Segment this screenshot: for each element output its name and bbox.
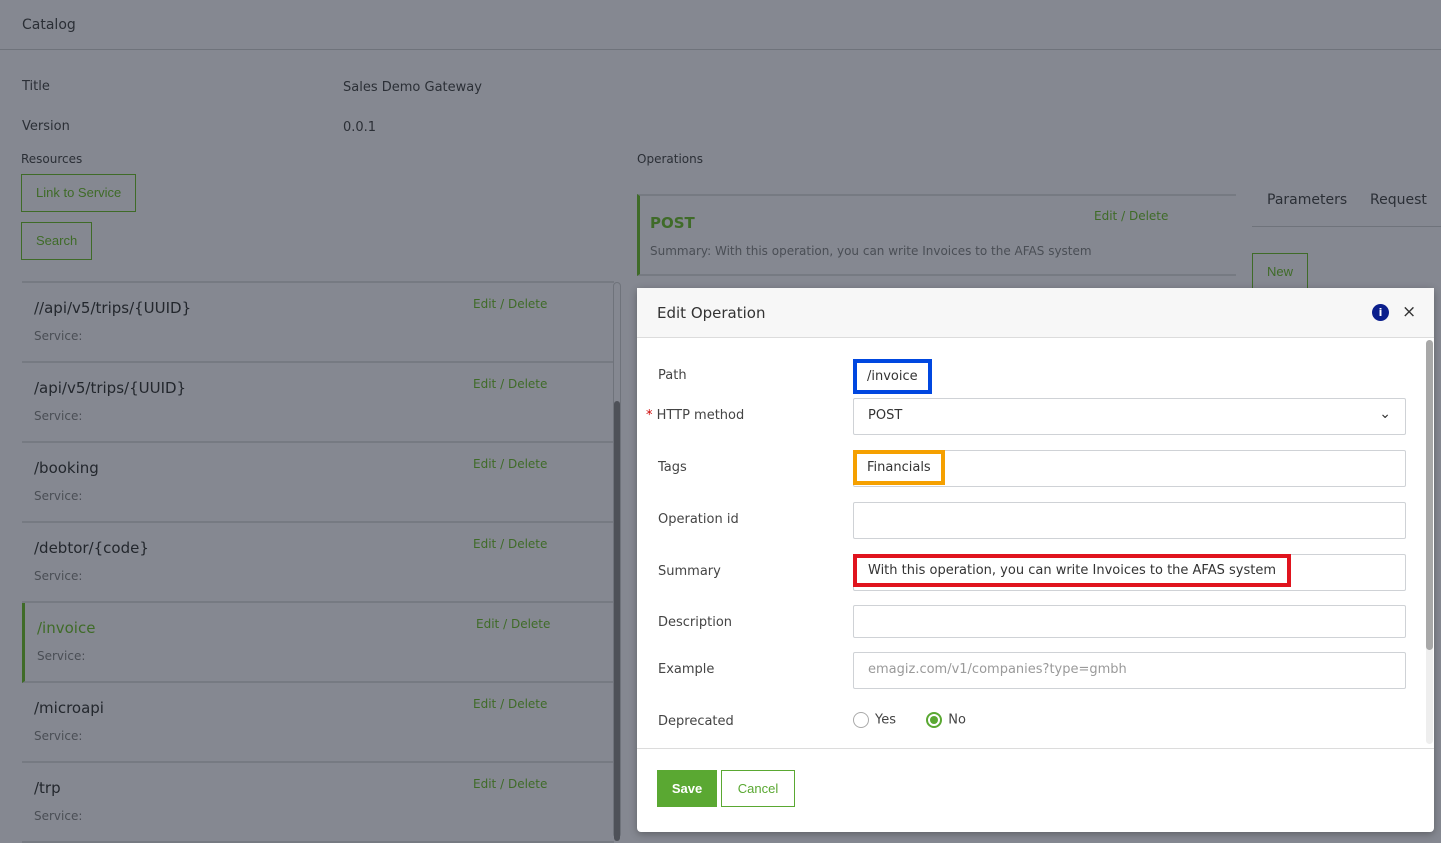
resource-item[interactable]: /api/v5/trips/{UUID} Service: Edit / Del… <box>22 363 614 443</box>
tab-parameters[interactable]: Parameters <box>1267 192 1347 208</box>
operation-card[interactable]: POST Summary: With this operation, you c… <box>637 194 1236 276</box>
search-button[interactable]: Search <box>21 222 93 260</box>
resource-scrollbar[interactable] <box>613 282 621 841</box>
deprecated-label: Deprecated <box>658 714 734 729</box>
delete-link[interactable]: Delete <box>511 617 550 631</box>
close-icon[interactable]: × <box>1402 302 1416 322</box>
resource-item[interactable]: /invoice Service: Edit / Delete <box>22 603 614 683</box>
resource-service: Service: <box>34 489 83 503</box>
new-button[interactable]: New <box>1252 253 1309 291</box>
operation-id-input[interactable] <box>853 502 1406 539</box>
resource-item[interactable]: //api/v5/trips/{UUID} Service: Edit / De… <box>22 283 614 363</box>
required-mark: * <box>646 408 653 423</box>
link-to-service-button[interactable]: Link to Service <box>21 174 137 212</box>
edit-link[interactable]: Edit <box>473 537 496 551</box>
yes-label: Yes <box>875 712 896 728</box>
operation-method: POST <box>650 214 695 232</box>
tabs-divider <box>1252 226 1441 227</box>
method-label: HTTP method <box>656 408 745 423</box>
delete-link[interactable]: Delete <box>508 777 547 791</box>
resource-service: Service: <box>34 409 83 423</box>
operations-label: Operations <box>637 152 703 166</box>
resource-service: Service: <box>34 569 83 583</box>
tab-request[interactable]: Request <box>1370 192 1427 208</box>
separator: / <box>500 537 505 551</box>
separator: / <box>500 377 505 391</box>
summary-textarea[interactable]: With this operation, you can write Invoi… <box>853 554 1291 587</box>
resources-label: Resources <box>21 152 83 166</box>
summary-label: Summary <box>658 564 721 579</box>
delete-link[interactable]: Delete <box>508 377 547 391</box>
separator: / <box>503 617 508 631</box>
resource-item[interactable]: /debtor/{code} Service: Edit / Delete <box>22 523 614 603</box>
footer-divider <box>637 748 1434 749</box>
info-icon[interactable]: i <box>1372 304 1389 321</box>
tags-label: Tags <box>658 460 687 475</box>
deprecated-radio-group: Yes No <box>853 712 966 728</box>
modal-header: Edit Operation i × <box>637 288 1434 338</box>
separator: / <box>500 297 505 311</box>
operation-delete-link[interactable]: Delete <box>1129 209 1168 223</box>
separator: / <box>500 777 505 791</box>
delete-link[interactable]: Delete <box>508 297 547 311</box>
no-label: No <box>948 712 966 728</box>
resource-item[interactable]: /microapi Service: Edit / Delete <box>22 683 614 763</box>
cancel-button[interactable]: Cancel <box>721 770 795 807</box>
resource-item[interactable]: /trp Service: Edit / Delete <box>22 763 614 843</box>
method-value: POST <box>868 408 903 423</box>
edit-link[interactable]: Edit <box>476 617 499 631</box>
operation-edit-link[interactable]: Edit <box>1094 209 1117 223</box>
path-label: Path <box>658 368 687 383</box>
edit-link[interactable]: Edit <box>473 377 496 391</box>
resource-service: Service: <box>34 809 83 823</box>
example-input[interactable]: emagiz.com/v1/companies?type=gmbh <box>853 652 1406 689</box>
resource-service: Service: <box>34 729 83 743</box>
edit-link[interactable]: Edit <box>473 697 496 711</box>
separator: / <box>1121 209 1126 223</box>
description-textarea[interactable] <box>853 605 1406 638</box>
edit-link[interactable]: Edit <box>473 777 496 791</box>
path-input[interactable]: /invoice <box>853 359 932 394</box>
version-value: 0.0.1 <box>343 120 377 135</box>
save-button[interactable]: Save <box>657 770 717 807</box>
http-method-select[interactable]: POST ⌄ <box>853 398 1406 435</box>
separator: / <box>500 457 505 471</box>
operation-id-label: Operation id <box>658 512 739 527</box>
resource-item[interactable]: /booking Service: Edit / Delete <box>22 443 614 523</box>
title-label: Title <box>22 79 50 94</box>
delete-link[interactable]: Delete <box>508 697 547 711</box>
version-label: Version <box>22 119 70 134</box>
edit-operation-modal: Edit Operation i × Path /invoice * HTTP … <box>637 288 1434 832</box>
modal-scrollbar-thumb[interactable] <box>1426 340 1433 650</box>
scrollbar-thumb[interactable] <box>614 401 620 841</box>
delete-link[interactable]: Delete <box>508 537 547 551</box>
example-label: Example <box>658 662 715 677</box>
description-label: Description <box>658 615 733 630</box>
resource-service: Service: <box>37 649 86 663</box>
radio-yes[interactable] <box>853 712 869 728</box>
edit-link[interactable]: Edit <box>473 297 496 311</box>
title-value: Sales Demo Gateway <box>343 80 482 95</box>
operation-summary: Summary: With this operation, you can wr… <box>650 244 1092 258</box>
chevron-down-icon: ⌄ <box>1379 406 1391 422</box>
tags-value[interactable]: Financials <box>853 450 945 485</box>
radio-no[interactable] <box>926 712 943 728</box>
modal-scrollbar[interactable] <box>1426 340 1433 744</box>
delete-link[interactable]: Delete <box>508 457 547 471</box>
resource-service: Service: <box>34 329 83 343</box>
page-header: Catalog <box>0 0 1441 50</box>
modal-title: Edit Operation <box>657 304 766 322</box>
edit-link[interactable]: Edit <box>473 457 496 471</box>
separator: / <box>500 697 505 711</box>
